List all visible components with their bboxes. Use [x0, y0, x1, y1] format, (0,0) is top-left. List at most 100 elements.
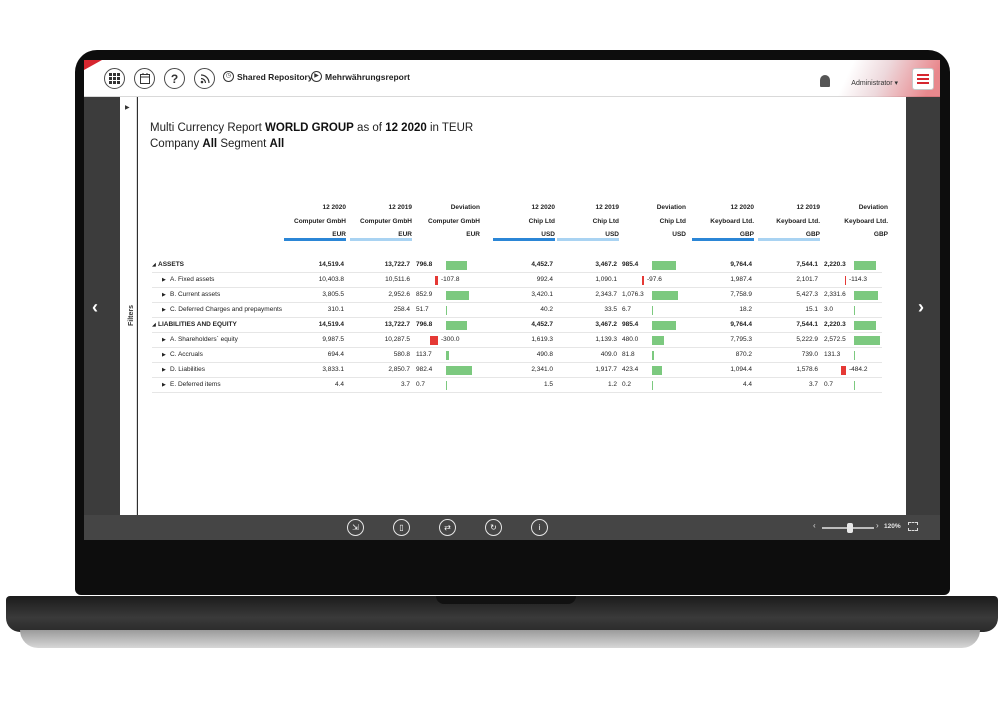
zoom-slider-handle[interactable] [847, 523, 853, 533]
expand-row-icon[interactable]: ▶ [162, 367, 166, 373]
deviation-value: 982.4 [416, 366, 433, 373]
column-underline [692, 238, 754, 241]
expand-row-icon[interactable]: ▶ [162, 352, 166, 358]
help-icon[interactable]: ? [164, 68, 185, 89]
positive-deviation-bar [854, 321, 877, 330]
zoom-out-icon[interactable]: ‹ [813, 521, 816, 530]
column-header-period: 12 2020 [531, 204, 556, 211]
column-header[interactable]: Deviation Computer GmbH EUR [418, 201, 480, 242]
deviation-value: 3.0 [824, 306, 834, 313]
column-header-period: Deviation [656, 204, 686, 211]
breadcrumb-shared-repository[interactable]: Shared Repository [237, 72, 313, 82]
expand-row-icon[interactable]: ▶ [162, 382, 166, 388]
apps-grid-icon[interactable] [104, 68, 125, 89]
rss-feed-icon[interactable] [194, 68, 215, 89]
value-cell: 2,101.7 [796, 276, 818, 283]
document-icon[interactable]: ▯ [393, 519, 410, 536]
table-row[interactable]: ▶ A. Fixed assets 10,403.8 10,511.6 -107.8 99… [152, 273, 882, 288]
table-row[interactable]: ▶ C. Accruals 694.4 580.8 113.7 490.8 409.0 81.… [152, 348, 882, 363]
user-avatar-icon [820, 75, 830, 87]
value-cell: 3,805.5 [322, 291, 344, 298]
value-cell: 7,544.1 [796, 321, 818, 328]
collapse-row-icon[interactable]: ◢ [152, 322, 156, 328]
value-cell: 3,420.1 [531, 291, 553, 298]
fullscreen-icon[interactable] [908, 522, 918, 531]
column-underline [557, 238, 619, 241]
column-header[interactable]: 12 2020 Computer GmbH EUR [284, 201, 346, 242]
deviation-cell: -97.6 [622, 275, 684, 286]
column-underline [758, 238, 820, 241]
expand-filters-icon[interactable]: ▶ [125, 104, 130, 111]
table-row[interactable]: ▶ B. Current assets 3,805.5 2,952.6 852.9 3,4… [152, 288, 882, 303]
expand-row-icon[interactable]: ▶ [162, 307, 166, 313]
deviation-value: 985.4 [622, 321, 639, 328]
column-header-entity: Chip Ltd [592, 217, 619, 225]
table-row[interactable]: ◢ ASSETS 14,519.4 13,722.7 796.8 4,452.7 3,467… [152, 258, 882, 273]
switch-icon[interactable]: ⇄ [439, 519, 456, 536]
value-cell: 1,917.7 [595, 366, 617, 373]
value-cell: 409.0 [600, 351, 617, 358]
column-header-entity: Keyboard Ltd. [710, 217, 754, 225]
row-label: LIABILITIES AND EQUITY [158, 321, 237, 328]
value-cell: 3,467.2 [595, 261, 617, 268]
collapse-row-icon[interactable]: ◢ [152, 262, 156, 268]
negative-deviation-bar [841, 366, 846, 375]
refresh-icon[interactable]: ↻ [485, 519, 502, 536]
deviation-value: 985.4 [622, 261, 639, 268]
laptop-base [6, 596, 998, 632]
column-header[interactable]: 12 2019 Keyboard Ltd. GBP [758, 201, 820, 242]
next-page-chevron-icon[interactable]: › [918, 297, 924, 318]
title-group: WORLD GROUP [265, 122, 354, 134]
deviation-cell: 0.7 [824, 380, 886, 391]
top-bar: ? ◷ Shared Repository ▶ Mehrwährungsrepo… [84, 60, 940, 97]
info-icon[interactable]: i [531, 519, 548, 536]
deviation-value: 2,220.3 [824, 321, 846, 328]
value-cell: 2,341.0 [531, 366, 553, 373]
positive-deviation-bar [652, 351, 654, 360]
column-underline [493, 238, 555, 241]
report-area: Multi Currency Report WORLD GROUP as of … [138, 97, 906, 515]
expand-row-icon[interactable]: ▶ [162, 337, 166, 343]
deviation-value: -97.6 [647, 276, 662, 283]
export-icon[interactable]: ⇲ [347, 519, 364, 536]
user-menu[interactable]: Administrator ▾ [851, 79, 898, 87]
column-header[interactable]: Deviation Keyboard Ltd. GBP [826, 201, 888, 242]
column-header[interactable]: 12 2019 Chip Ltd USD [557, 201, 619, 242]
value-cell: 3.7 [400, 381, 410, 388]
expand-row-icon[interactable]: ▶ [162, 277, 166, 283]
positive-deviation-bar [652, 291, 678, 300]
table-row[interactable]: ▶ C. Deferred Charges and prepayments 310.… [152, 303, 882, 318]
column-header-entity: Chip Ltd [659, 217, 686, 225]
expand-row-icon[interactable]: ▶ [162, 292, 166, 298]
subtitle-text: Segment [217, 138, 270, 150]
laptop-notch [436, 596, 576, 604]
column-header-entity: Keyboard Ltd. [844, 217, 888, 225]
column-header[interactable]: Deviation Chip Ltd USD [624, 201, 686, 242]
value-cell: 9,987.5 [322, 336, 344, 343]
left-side-panel: ‹ [84, 97, 120, 515]
deviation-value: 2,220.3 [824, 261, 846, 268]
column-header[interactable]: 12 2020 Keyboard Ltd. GBP [692, 201, 754, 242]
column-header[interactable]: 12 2020 Chip Ltd USD [493, 201, 555, 242]
column-header[interactable]: 12 2019 Computer GmbH EUR [350, 201, 412, 242]
table-row[interactable]: ▶ A. Shareholders´ equity 9,987.5 10,287.5 -… [152, 333, 882, 348]
calendar-icon[interactable] [134, 68, 155, 89]
positive-deviation-bar [854, 381, 856, 390]
zoom-in-icon[interactable]: › [876, 521, 879, 530]
positive-deviation-bar [446, 321, 468, 330]
table-row[interactable]: ▶ D. Liabilities 3,833.1 2,850.7 982.4 2,341.… [152, 363, 882, 378]
deviation-cell: -114.3 [824, 275, 886, 286]
positive-deviation-bar [652, 381, 654, 390]
row-label: A. Fixed assets [170, 276, 215, 283]
table-row[interactable]: ▶ E. Deferred items 4.4 3.7 0.7 1.5 1.2 0.2 4.4 3… [152, 378, 882, 393]
breadcrumb-report[interactable]: Mehrwährungsreport [325, 72, 410, 82]
column-header-currency: EUR [466, 231, 480, 238]
title-period: 12 2020 [385, 122, 427, 134]
filters-panel[interactable]: ▶ Filters [120, 97, 137, 515]
previous-page-chevron-icon[interactable]: ‹ [92, 297, 98, 318]
value-cell: 14,519.4 [318, 321, 344, 328]
deviation-value: 852.9 [416, 291, 433, 298]
negative-deviation-bar [435, 276, 438, 285]
column-header-period: 12 2020 [322, 204, 347, 211]
table-row[interactable]: ◢ LIABILITIES AND EQUITY 14,519.4 13,722.7 7… [152, 318, 882, 333]
